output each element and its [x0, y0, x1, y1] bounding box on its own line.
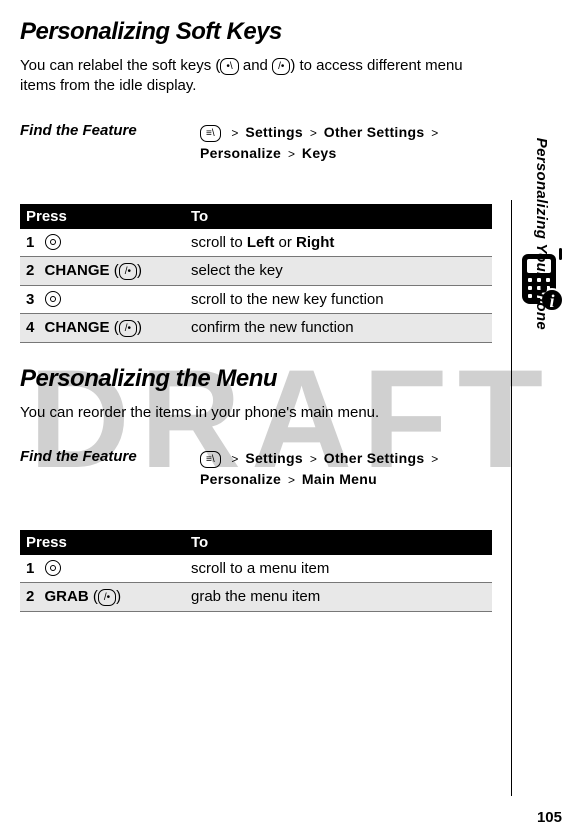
heading-menu: Personalizing the Menu	[20, 365, 492, 393]
right-label: Right	[296, 234, 334, 251]
intro-text: and	[239, 57, 272, 74]
find-feature-label: Find the Feature	[20, 122, 200, 164]
step-num: 4	[26, 319, 40, 336]
nav-key-icon	[45, 291, 61, 307]
table-row: 3 scroll to the new key function	[20, 285, 492, 313]
menu-key-icon: ≡\	[200, 451, 221, 468]
soft-key-left-icon: •\	[220, 58, 238, 75]
nav-key-icon	[45, 560, 61, 576]
side-area: i Personalizing Your Phone 105	[502, 0, 582, 838]
path-settings: Settings	[245, 450, 303, 466]
soft-keys-intro: You can relabel the soft keys (•\ and /•…	[20, 56, 492, 97]
cell-text: scroll to	[191, 234, 247, 251]
soft-key-right-icon: /•	[119, 263, 137, 280]
path-personalize: Personalize	[200, 145, 281, 161]
page-content: Personalizing Soft Keys You can relabel …	[0, 0, 582, 654]
cell-text: confirm the new function	[185, 313, 492, 342]
path-sep: >	[285, 147, 298, 161]
intro-text: You can relabel the soft keys (	[20, 57, 220, 74]
soft-key-right-icon: /•	[272, 58, 290, 75]
path-sep: >	[307, 126, 320, 140]
path-sep: >	[428, 452, 441, 466]
find-feature-row: Find the Feature ≡\ > Settings > Other S…	[20, 448, 492, 490]
cell-text: grab the menu item	[185, 582, 492, 611]
path-keys: Keys	[302, 145, 337, 161]
soft-key-right-icon: /•	[119, 320, 137, 337]
col-to: To	[185, 530, 492, 555]
left-label: Left	[247, 234, 275, 251]
cell-text: or	[274, 234, 296, 251]
cell-text: select the key	[185, 256, 492, 285]
menu-key-icon: ≡\	[200, 125, 221, 142]
path-sep: >	[228, 452, 241, 466]
soft-keys-table: Press To 1 scroll to Left or Right 2 CHA…	[20, 204, 492, 343]
find-feature-row: Find the Feature ≡\ > Settings > Other S…	[20, 122, 492, 164]
path-settings: Settings	[245, 124, 303, 140]
page-number: 105	[537, 809, 562, 826]
change-label: CHANGE	[45, 319, 110, 336]
step-num: 1	[26, 234, 40, 251]
find-feature-path: ≡\ > Settings > Other Settings > Persona…	[200, 448, 492, 490]
menu-intro: You can reorder the items in your phone'…	[20, 403, 492, 423]
path-sep: >	[428, 126, 441, 140]
path-sep: >	[228, 126, 241, 140]
table-row: 2 CHANGE (/•) select the key	[20, 256, 492, 285]
soft-key-right-icon: /•	[98, 589, 116, 606]
heading-soft-keys: Personalizing Soft Keys	[20, 18, 492, 46]
path-sep: >	[285, 473, 298, 487]
find-feature-label: Find the Feature	[20, 448, 200, 490]
step-num: 3	[26, 291, 40, 308]
side-section-label: Personalizing Your Phone	[533, 138, 550, 330]
table-row: 1 scroll to a menu item	[20, 555, 492, 583]
cell-text: scroll to a menu item	[185, 555, 492, 583]
cell-text: scroll to the new key function	[185, 285, 492, 313]
step-num: 2	[26, 588, 40, 605]
find-feature-path: ≡\ > Settings > Other Settings > Persona…	[200, 122, 492, 164]
table-row: 2 GRAB (/•) grab the menu item	[20, 582, 492, 611]
path-other-settings: Other Settings	[324, 124, 425, 140]
path-sep: >	[307, 452, 320, 466]
col-press: Press	[20, 204, 185, 229]
path-other-settings: Other Settings	[324, 450, 425, 466]
table-row: 1 scroll to Left or Right	[20, 229, 492, 257]
path-main-menu: Main Menu	[302, 471, 377, 487]
menu-table: Press To 1 scroll to a menu item 2 GRAB …	[20, 530, 492, 612]
grab-label: GRAB	[45, 588, 89, 605]
step-num: 1	[26, 560, 40, 577]
col-press: Press	[20, 530, 185, 555]
nav-key-icon	[45, 234, 61, 250]
col-to: To	[185, 204, 492, 229]
path-personalize: Personalize	[200, 471, 281, 487]
step-num: 2	[26, 262, 40, 279]
change-label: CHANGE	[45, 262, 110, 279]
table-row: 4 CHANGE (/•) confirm the new function	[20, 313, 492, 342]
side-divider	[511, 200, 512, 796]
